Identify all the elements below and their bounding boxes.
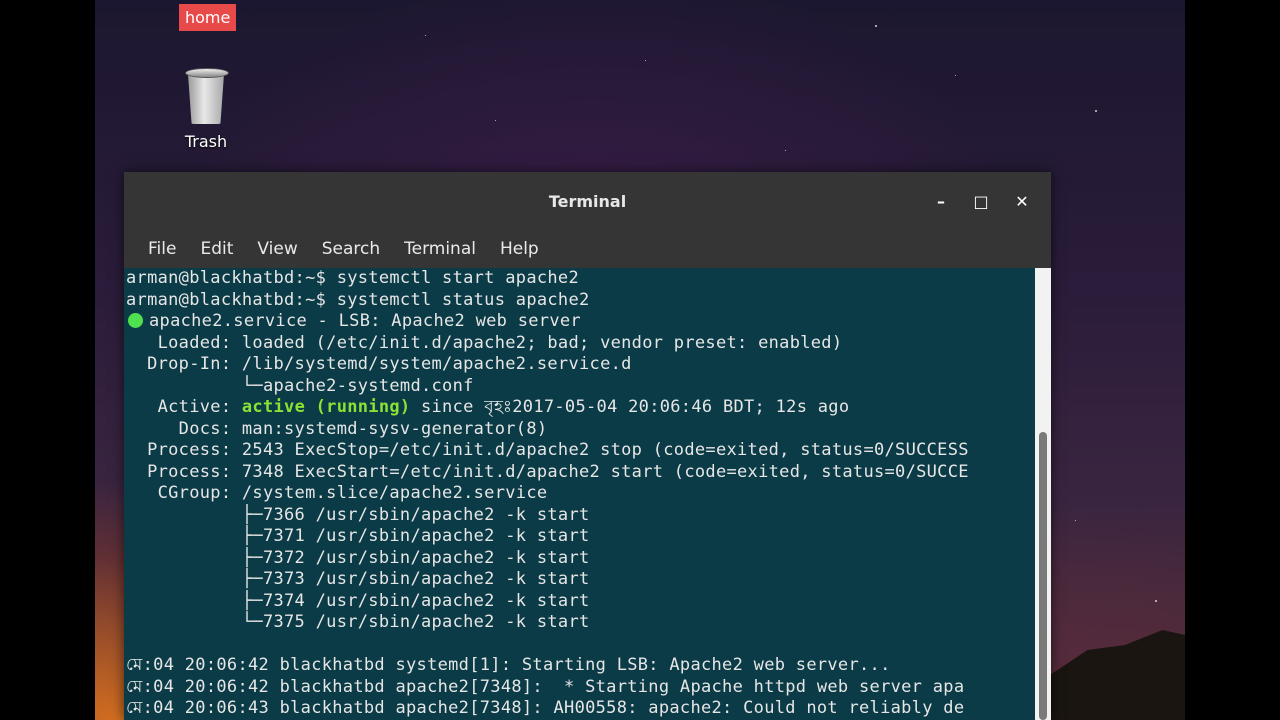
terminal-line: ├─7373 /usr/sbin/apache2 -k start (126, 569, 590, 589)
active-since-text: since বৃহঃ2017-05-04 20:06:46 BDT; 12s a… (410, 397, 850, 417)
terminal-line: Process: 2543 ExecStop=/etc/init.d/apach… (126, 440, 969, 460)
terminal-line: ├─7374 /usr/sbin/apache2 -k start (126, 590, 590, 611)
active-label: Active: (126, 397, 242, 417)
close-button[interactable]: ✕ (1010, 190, 1034, 214)
terminal-line: Process: 7348 ExecStart=/etc/init.d/apac… (126, 461, 969, 482)
scrollbar-thumb[interactable] (1039, 432, 1047, 720)
active-status-text: active (running) (241, 397, 411, 417)
trash-icon[interactable] (183, 66, 229, 126)
terminal-line: └─7375 /usr/sbin/apache2 -k start (126, 612, 590, 632)
status-dot-icon (128, 313, 143, 328)
terminal-line: ├─7366 /usr/sbin/apache2 -k start (126, 504, 590, 525)
terminal-line: মে:04 20:06:43 blackhatbd apache2[7348]:… (126, 698, 965, 718)
terminal-line: Docs: man:systemd-sysv-generator(8) (126, 418, 548, 439)
terminal-line: মে:04 20:06:42 blackhatbd apache2[7348]:… (126, 676, 965, 697)
terminal-line: মে:04 20:06:42 blackhatbd systemd[1]: St… (126, 655, 891, 675)
menu-help[interactable]: Help (488, 230, 551, 268)
menu-terminal[interactable]: Terminal (392, 230, 488, 268)
terminal-line: CGroup: /system.slice/apache2.service (126, 483, 548, 503)
service-name-text: apache2.service - LSB: Apache2 web serve… (149, 311, 581, 331)
trash-label[interactable]: Trash (170, 132, 242, 151)
terminal-scrollbar[interactable] (1035, 268, 1051, 720)
trash-desktop-icon[interactable]: Trash (170, 66, 242, 151)
terminal-line-service: apache2.service - LSB: Apache2 web serve… (124, 311, 1035, 333)
menu-bar: File Edit View Search Terminal Help (124, 230, 1051, 268)
terminal-window: Terminal – □ ✕ File Edit View Search Ter… (124, 172, 1051, 720)
minimize-button[interactable]: – (929, 190, 953, 214)
window-titlebar[interactable]: Terminal – □ ✕ (124, 172, 1051, 230)
terminal-line: ├─7371 /usr/sbin/apache2 -k start (126, 526, 590, 546)
terminal-line-active: Active: active (running) since বৃহঃ2017-… (124, 397, 1035, 419)
terminal-line: arman@blackhatbd:~$ systemctl status apa… (126, 289, 590, 310)
home-folder-label[interactable]: home (179, 4, 237, 31)
mountain-silhouette (1035, 630, 1185, 720)
menu-edit[interactable]: Edit (188, 230, 245, 268)
terminal-line: ├─7372 /usr/sbin/apache2 -k start (126, 547, 590, 568)
terminal-line: └─apache2-systemd.conf (126, 375, 474, 396)
menu-search[interactable]: Search (310, 230, 392, 268)
terminal-line: Loaded: loaded (/etc/init.d/apache2; bad… (126, 332, 843, 353)
maximize-button[interactable]: □ (969, 190, 993, 214)
menu-file[interactable]: File (136, 230, 188, 268)
terminal-line: Drop-In: /lib/systemd/system/apache2.ser… (126, 354, 632, 374)
window-title: Terminal (548, 192, 627, 211)
terminal-output[interactable]: arman@blackhatbd:~$ systemctl start apac… (124, 268, 1035, 720)
terminal-line: arman@blackhatbd:~$ systemctl start apac… (126, 268, 579, 288)
menu-view[interactable]: View (245, 230, 309, 268)
